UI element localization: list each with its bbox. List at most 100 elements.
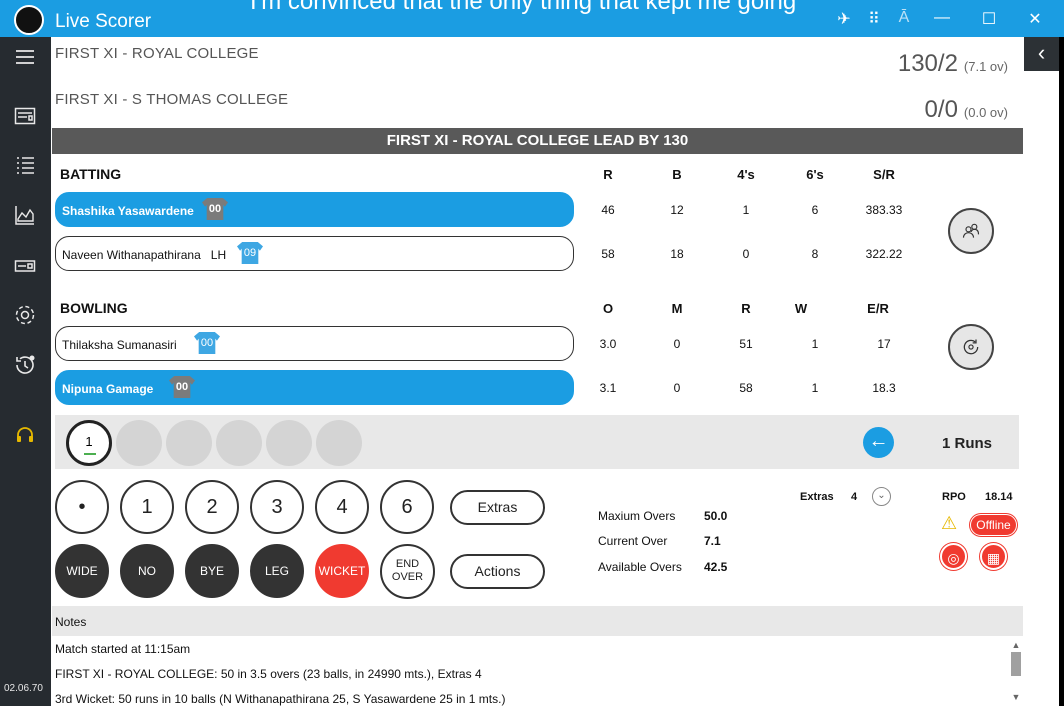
batsman-1-b: 12 [670, 203, 684, 217]
run-4-button[interactable]: 4 [315, 480, 369, 534]
target-icon[interactable]: ◎ [940, 543, 967, 570]
note-line-2: FIRST XI - ROYAL COLLEGE: 50 in 3.5 over… [55, 667, 482, 681]
ball-rotate-icon [963, 339, 979, 355]
settings-icon[interactable] [13, 303, 39, 329]
bowler-1-w: 1 [811, 337, 819, 351]
no-ball-button[interactable]: NO BALL [120, 544, 174, 628]
run-3-button[interactable]: 3 [250, 480, 304, 534]
ball-slot-4[interactable] [216, 420, 262, 466]
bowling-title: BOWLING [60, 300, 128, 316]
bat-col-b: B [672, 167, 682, 182]
bowl-col-w: W [794, 301, 808, 316]
batsman-1-row[interactable]: Shashika Yasawardene 00 [55, 192, 574, 227]
maximize-icon[interactable]: ☐ [979, 9, 999, 29]
batsman-2-b: 18 [670, 247, 684, 261]
list-icon[interactable] [13, 153, 39, 179]
history-icon[interactable] [13, 353, 39, 379]
grid-icon[interactable]: ⠿ [864, 9, 884, 29]
pitch-grid-icon[interactable]: ▦ [980, 543, 1007, 570]
ball-slot-2[interactable] [116, 420, 162, 466]
run-6-button[interactable]: 6 [380, 480, 434, 534]
end-over-button[interactable]: END OVER [380, 544, 435, 599]
window-edge [1059, 37, 1064, 706]
leg-bye-button[interactable]: LEG BYE [250, 544, 304, 628]
warning-icon[interactable]: ⚠ [941, 513, 957, 534]
dot-ball-button[interactable]: • [55, 480, 109, 534]
scroll-down-icon[interactable]: ▼ [1010, 692, 1022, 702]
extras-button[interactable]: Extras [450, 490, 545, 525]
chart-icon[interactable] [13, 203, 39, 229]
bowler-2-r: 58 [739, 381, 753, 395]
bowl-col-r: R [741, 301, 751, 316]
available-overs-value: 42.5 [704, 560, 728, 574]
sidebar: 02.06.70 [0, 37, 51, 706]
players-icon [962, 223, 980, 238]
team-2-overs: (0.0 ov) [963, 105, 1008, 120]
back-button[interactable]: ‹ [1024, 37, 1059, 71]
extras-label: Extras [800, 491, 834, 503]
ball-slot-5[interactable] [266, 420, 312, 466]
run-1-button[interactable]: 1 [120, 480, 174, 534]
undo-arrow-icon[interactable]: ← [863, 427, 894, 458]
bat-col-r: R [603, 167, 613, 182]
batting-title: BATTING [60, 166, 122, 182]
bye-button[interactable]: BYE [185, 544, 239, 598]
antenna-icon[interactable]: Ā [894, 9, 914, 27]
shirt-icon: 00 [169, 376, 195, 398]
team-1-runs: 130/2 [897, 50, 958, 77]
headset-icon[interactable] [13, 423, 39, 449]
rpo-value: 18.14 [985, 491, 1013, 503]
scroll-thumb[interactable] [1011, 652, 1021, 676]
notes-scrollbar[interactable]: ▲ ▼ [1010, 640, 1022, 702]
batsman-1-sr: 383.33 [865, 203, 903, 217]
rpo-label: RPO [942, 491, 966, 503]
batsman-1-r: 46 [601, 203, 615, 217]
batsman-2-sr: 322.22 [865, 247, 903, 261]
team-1-score: 130/2 (7.1 ov) [898, 50, 1008, 78]
note-line-1: Match started at 11:15am [55, 642, 191, 656]
ball-slot-3[interactable] [166, 420, 212, 466]
bowler-1-m: 0 [673, 337, 681, 351]
team-2-name: FIRST XI - S THOMAS COLLEGE [55, 91, 289, 108]
bowler-1-name: Thilaksha Sumanasiri [62, 338, 177, 352]
lead-banner: FIRST XI - ROYAL COLLEGE LEAD BY 130 [52, 128, 1023, 154]
bat-col-sr: S/R [873, 167, 895, 182]
actions-button[interactable]: Actions [450, 554, 545, 589]
bowler-2-o: 3.1 [599, 381, 617, 395]
bowler-2-m: 0 [673, 381, 681, 395]
batsman-2-row[interactable]: Naveen Withanapathirana LH 09 [55, 236, 574, 271]
bowler-2-row[interactable]: Nipuna Gamage 00 [55, 370, 574, 405]
bowler-1-row[interactable]: Thilaksha Sumanasiri 00 [55, 326, 574, 361]
wide-button[interactable]: WIDE [55, 544, 109, 598]
chevron-down-icon[interactable]: ⌄ [872, 487, 891, 506]
run-2-button[interactable]: 2 [185, 480, 239, 534]
wicket-button[interactable]: WICKET [315, 544, 369, 598]
close-icon[interactable]: ✕ [1025, 9, 1045, 29]
batsman-2-r: 58 [601, 247, 615, 261]
max-overs-value: 50.0 [704, 509, 728, 523]
bowl-col-m: M [671, 301, 683, 316]
ball-slot-1[interactable]: 1 [66, 420, 112, 466]
scroll-up-icon[interactable]: ▲ [1010, 640, 1022, 650]
batsman-1-6s: 6 [811, 203, 819, 217]
airplane-icon[interactable]: ✈ [834, 9, 854, 29]
minimize-icon[interactable]: — [932, 9, 952, 27]
shirt-icon: 00 [194, 332, 220, 354]
change-batsman-button[interactable] [948, 208, 994, 254]
current-over-value: 7.1 [704, 534, 721, 548]
app-window: Live Scorer I'm convinced that the only … [0, 0, 1064, 706]
offline-badge[interactable]: Offline [970, 514, 1017, 536]
note-line-3: 3rd Wicket: 50 runs in 10 balls (N Witha… [55, 692, 506, 706]
batsman-2-name-text: Naveen Withanapathirana [62, 248, 201, 262]
title-bar: Live Scorer I'm convinced that the only … [0, 0, 1064, 37]
ball-slot-6[interactable] [316, 420, 362, 466]
shirt-icon: 09 [237, 242, 263, 264]
card-icon[interactable] [13, 254, 39, 280]
bat-col-4s: 4's [737, 167, 755, 182]
overlay-caption: I'm convinced that the only thing that k… [250, 0, 797, 15]
batsman-1-name: Shashika Yasawardene [62, 204, 194, 218]
change-bowler-button[interactable] [948, 324, 994, 370]
scorecard-icon[interactable] [13, 104, 39, 130]
shirt-icon: 00 [202, 198, 228, 220]
menu-icon[interactable] [13, 45, 39, 71]
